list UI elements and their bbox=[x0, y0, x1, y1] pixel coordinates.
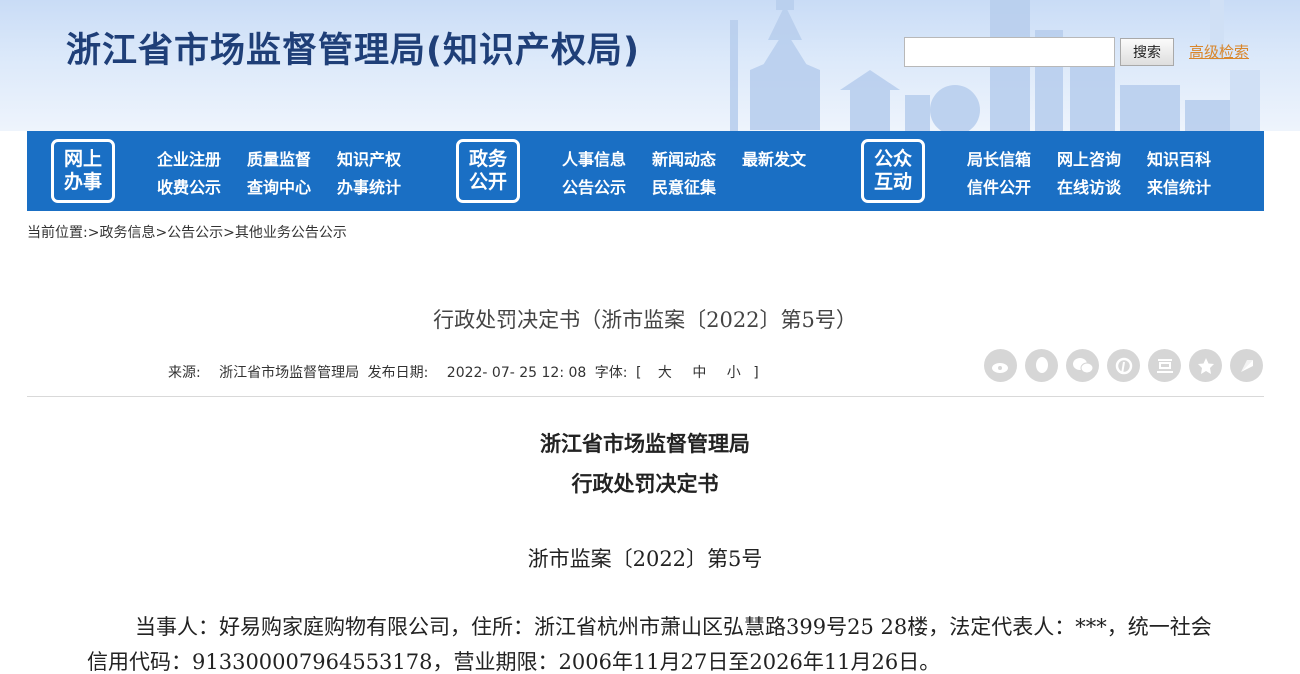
main-nav: 网上 办事 企业注册 质量监督 知识产权 收费公示 查询中心 办事统计 政务 公… bbox=[27, 131, 1264, 211]
site-title: 浙江省市场监督管理局(知识产权局) bbox=[66, 31, 640, 71]
nav-badge-line: 公开 bbox=[468, 171, 507, 193]
source-label: 来源: bbox=[168, 365, 201, 381]
nav-link[interactable]: 人事信息 bbox=[562, 146, 652, 170]
font-bracket: ] bbox=[753, 365, 759, 381]
favorite-icon[interactable] bbox=[1189, 349, 1222, 382]
nav-badge-line: 互动 bbox=[873, 171, 912, 193]
font-size-label: 字体: bbox=[594, 365, 628, 381]
nav-link[interactable]: 信件公开 bbox=[967, 174, 1057, 198]
font-small-button[interactable]: 小 bbox=[727, 365, 741, 381]
nav-link[interactable]: 在线访谈 bbox=[1057, 174, 1147, 198]
douban-icon[interactable] bbox=[1148, 349, 1181, 382]
nav-link[interactable]: 网上咨询 bbox=[1057, 146, 1147, 170]
wechat-icon[interactable] bbox=[1066, 349, 1099, 382]
nav-link[interactable]: 局长信箱 bbox=[967, 146, 1057, 170]
nav-badge-government-affairs[interactable]: 政务 公开 bbox=[456, 139, 520, 203]
nav-link[interactable]: 知识百科 bbox=[1147, 146, 1237, 170]
site-header: 浙江省市场监督管理局(知识产权局) 搜索 高级检索 bbox=[0, 0, 1300, 131]
document-number: 浙市监案〔2022〕第5号 bbox=[527, 547, 763, 571]
nav-link[interactable]: 收费公示 bbox=[157, 174, 247, 198]
nav-badge-public-interaction[interactable]: 公众 互动 bbox=[861, 139, 925, 203]
font-large-button[interactable]: 大 bbox=[658, 365, 672, 381]
document-type: 行政处罚决定书 bbox=[571, 471, 719, 496]
nav-link[interactable]: 新闻动态 bbox=[652, 146, 742, 170]
nav-link[interactable]: 办事统计 bbox=[337, 174, 427, 198]
nav-badge-line: 办事 bbox=[63, 171, 102, 193]
search-input[interactable] bbox=[904, 37, 1115, 67]
nav-link[interactable]: 企业注册 bbox=[157, 146, 247, 170]
document-paragraph: 当事人：好易购家庭购物有限公司，住所：浙江省杭州市萧山区弘慧路399号25 28… bbox=[87, 615, 1212, 674]
font-bracket: [ bbox=[635, 365, 642, 381]
breadcrumb[interactable]: 当前位置:>政务信息>公告公示>其他业务公告公示 bbox=[27, 222, 347, 242]
divider bbox=[27, 396, 1264, 397]
article-meta: 来源: 浙江省市场监督管理局 发布日期: 2022- 07- 25 12: 08… bbox=[168, 362, 763, 382]
advanced-search-link[interactable]: 高级检索 bbox=[1189, 41, 1249, 62]
nav-group-public-interaction: 局长信箱 网上咨询 知识百科 信件公开 在线访谈 来信统计 bbox=[967, 144, 1237, 200]
search-button[interactable]: 搜索 bbox=[1120, 38, 1174, 66]
nav-link[interactable]: 最新发文 bbox=[742, 146, 832, 170]
article-title: 行政处罚决定书（浙市监案〔2022〕第5号） bbox=[433, 308, 857, 332]
date-value: 2022- 07- 25 12: 08 bbox=[446, 365, 587, 381]
weibo-icon[interactable] bbox=[984, 349, 1017, 382]
nav-badge-line: 公众 bbox=[873, 148, 912, 170]
date-label: 发布日期: bbox=[367, 365, 429, 381]
font-medium-button[interactable]: 中 bbox=[692, 365, 706, 381]
nav-link[interactable]: 公告公示 bbox=[562, 174, 652, 198]
more-share-icon[interactable] bbox=[1230, 349, 1263, 382]
qq-icon[interactable] bbox=[1025, 349, 1058, 382]
document-org: 浙江省市场监督管理局 bbox=[540, 431, 750, 456]
nav-group-government-affairs: 人事信息 新闻动态 最新发文 公告公示 民意征集 bbox=[562, 144, 832, 200]
nav-group-online-service: 企业注册 质量监督 知识产权 收费公示 查询中心 办事统计 bbox=[157, 144, 427, 200]
nav-badge-line: 网上 bbox=[63, 148, 102, 170]
nav-link[interactable]: 民意征集 bbox=[652, 174, 742, 198]
nav-link[interactable]: 来信统计 bbox=[1147, 174, 1237, 198]
share-bar bbox=[984, 349, 1271, 382]
nav-link[interactable]: 知识产权 bbox=[337, 146, 427, 170]
source-value: 浙江省市场监督管理局 bbox=[219, 365, 360, 381]
nav-link[interactable]: 质量监督 bbox=[247, 146, 337, 170]
pinterest-icon[interactable] bbox=[1107, 349, 1140, 382]
nav-link[interactable]: 查询中心 bbox=[247, 174, 337, 198]
nav-badge-line: 政务 bbox=[468, 148, 507, 170]
nav-badge-online-service[interactable]: 网上 办事 bbox=[51, 139, 115, 203]
